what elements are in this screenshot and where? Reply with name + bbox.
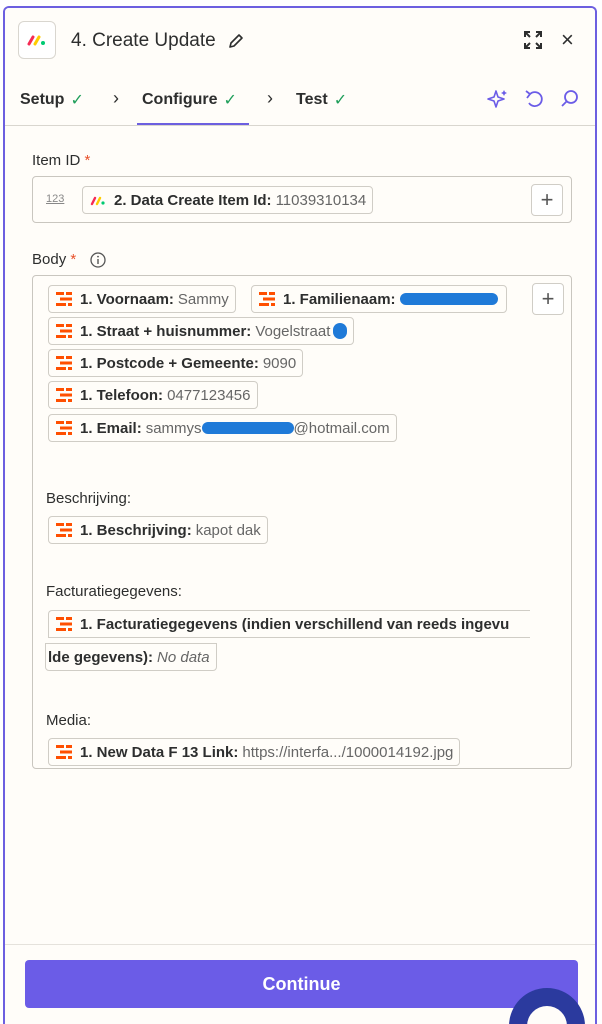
number-type-icon: 123 — [46, 193, 65, 205]
item-id-field[interactable]: 123 2. Data Create Item Id: 11039310134 … — [32, 176, 572, 223]
token-key: 1. Straat + huisnummer: — [80, 322, 252, 340]
token-key: 1. Telefoon: — [80, 386, 164, 404]
formatter-icon — [56, 324, 72, 338]
item-id-label: Item ID * — [32, 152, 90, 169]
monday-logo-icon — [90, 196, 105, 206]
chevron-right-icon: › — [267, 88, 273, 108]
beschrijving-label: Beschrijving: — [46, 490, 132, 507]
token-key: 1. New Data F 13 Link: — [80, 743, 239, 761]
token-key: 1. Email: — [80, 419, 142, 437]
required-marker: * — [84, 152, 91, 169]
item-id-token-pill[interactable]: 2. Data Create Item Id: 11039310134 — [82, 186, 374, 214]
step-editor-panel: 4. Create Update × Setup ✓ › Configure ✓… — [3, 6, 597, 1024]
redacted-value — [201, 422, 294, 434]
ai-sparkle-icon[interactable] — [487, 88, 509, 110]
body-label-text: Body — [32, 251, 67, 268]
add-value-button[interactable]: + — [532, 283, 564, 315]
step-tabs: Setup ✓ › Configure ✓ › Test ✓ — [5, 74, 595, 126]
token-key: 1. Familienaam: — [283, 290, 396, 308]
formatter-icon — [56, 388, 72, 402]
token-value: 9090 — [262, 354, 297, 372]
step-title[interactable]: 4. Create Update — [71, 30, 216, 52]
media-label: Media: — [46, 712, 92, 729]
token-value: https://interfa.../1000014192.jpg — [242, 743, 454, 761]
tab-configure[interactable]: Configure ✓ — [142, 90, 237, 110]
redacted-value — [333, 323, 348, 339]
check-icon: ✓ — [223, 92, 237, 109]
panel-footer: Continue — [5, 944, 595, 1024]
token-value: 0477123456 — [167, 386, 251, 404]
formatter-icon — [56, 745, 72, 759]
token-key: 1. Postcode + Gemeente: — [80, 354, 259, 372]
token-key: 1. Voornaam: — [80, 290, 174, 308]
required-marker: * — [70, 251, 77, 268]
token-pill-email[interactable]: 1. Email: sammys @hotmail.com — [48, 414, 397, 442]
token-pill-voornaam[interactable]: 1. Voornaam: Sammy — [48, 285, 236, 313]
token-value: kapot dak — [195, 521, 261, 539]
tab-label: Setup — [20, 91, 65, 108]
token-pill-familienaam[interactable]: 1. Familienaam: — [251, 285, 507, 313]
formatter-icon — [56, 421, 72, 435]
monday-logo-icon — [18, 21, 56, 59]
close-icon[interactable]: × — [561, 29, 574, 51]
expand-icon[interactable] — [523, 30, 543, 50]
undo-icon[interactable] — [525, 88, 545, 110]
check-icon: ✓ — [333, 92, 348, 109]
active-tab-indicator — [137, 123, 249, 125]
body-field[interactable]: + 1. Voornaam: Sammy 1. Familienaam: 1. … — [32, 275, 572, 769]
panel-header: 4. Create Update × — [5, 8, 595, 74]
pencil-icon[interactable] — [227, 32, 245, 50]
tab-test[interactable]: Test ✓ — [296, 90, 347, 110]
token-pill-telefoon[interactable]: 1. Telefoon: 0477123456 — [48, 381, 258, 409]
formatter-icon — [259, 292, 275, 306]
formatter-icon — [56, 292, 72, 306]
token-value: Vogelstraat — [255, 322, 331, 340]
token-pill-beschrijving[interactable]: 1. Beschrijving: kapot dak — [48, 516, 268, 544]
token-value-suffix: @hotmail.com — [293, 419, 390, 437]
facturatie-label: Facturatiegegevens: — [46, 583, 182, 600]
add-value-button[interactable]: + — [531, 184, 563, 216]
token-value: Sammy — [177, 290, 229, 308]
info-icon[interactable] — [90, 252, 106, 268]
formatter-icon — [56, 523, 72, 537]
tab-label: Test — [296, 91, 328, 108]
body-label: Body * — [32, 251, 76, 268]
token-key: 1. Beschrijving: — [80, 521, 192, 539]
token-key: 2. Data Create Item Id: — [114, 191, 272, 209]
token-pill-postcode[interactable]: 1. Postcode + Gemeente: 9090 — [48, 349, 304, 377]
token-pill-media[interactable]: 1. New Data F 13 Link: https://interfa..… — [48, 738, 461, 766]
continue-button[interactable]: Continue — [25, 960, 578, 1008]
item-id-label-text: Item ID — [32, 152, 81, 169]
check-icon: ✓ — [70, 92, 84, 109]
search-icon[interactable] — [560, 88, 580, 110]
token-value: 11039310134 — [275, 191, 367, 209]
token-value: No data — [157, 648, 210, 666]
token-pill-straat[interactable]: 1. Straat + huisnummer: Vogelstraat — [48, 317, 355, 345]
token-value-prefix: sammys — [145, 419, 202, 437]
token-pill-facturatie-cont[interactable]: lde gegevens): No data — [45, 643, 217, 671]
token-key: lde gegevens): — [48, 648, 154, 666]
tab-setup[interactable]: Setup ✓ — [20, 90, 84, 110]
formatter-icon — [56, 356, 72, 370]
formatter-icon — [56, 617, 72, 631]
tab-label: Configure — [142, 91, 218, 108]
token-key: 1. Facturatiegegevens (indien verschille… — [80, 615, 510, 633]
redacted-value — [399, 293, 498, 305]
token-pill-facturatie[interactable]: 1. Facturatiegegevens (indien verschille… — [48, 610, 530, 638]
chevron-right-icon: › — [113, 88, 119, 108]
